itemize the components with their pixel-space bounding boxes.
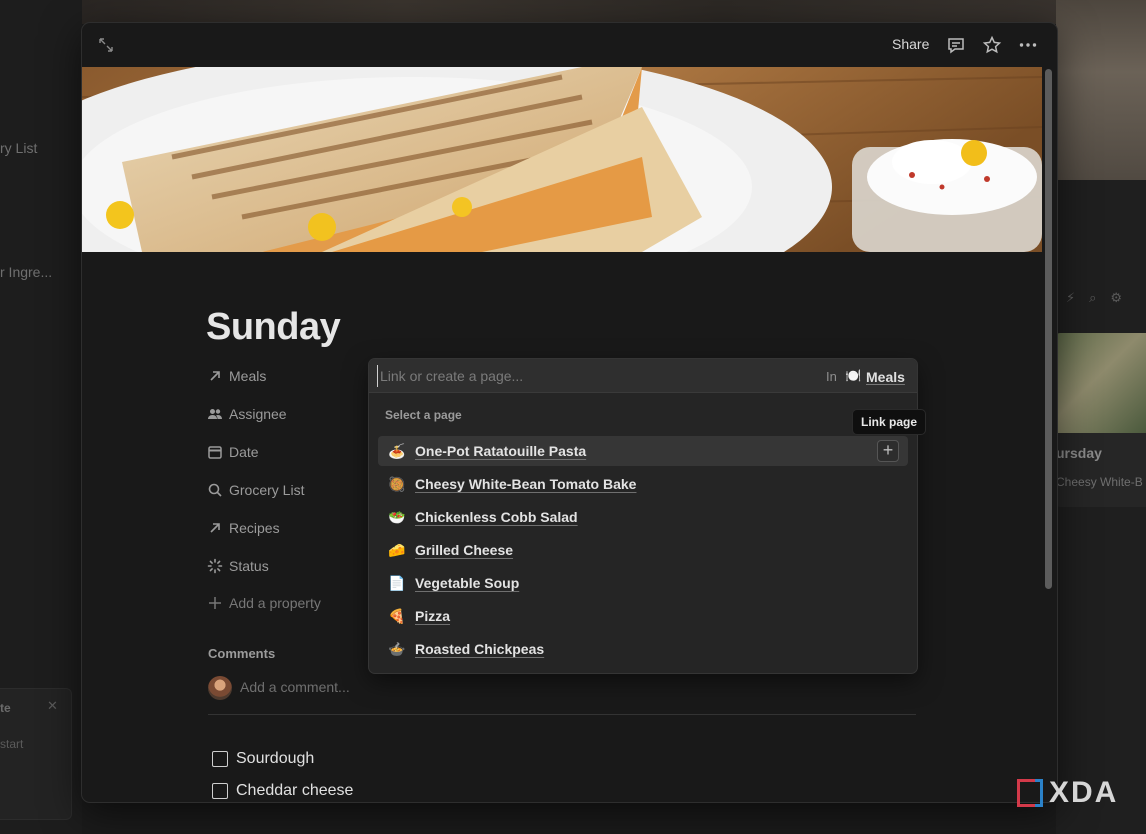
property-date[interactable]: Date bbox=[207, 440, 259, 464]
arrow-up-right-icon bbox=[210, 523, 220, 533]
todo-item[interactable]: Sourdough bbox=[212, 750, 314, 768]
property-assignee[interactable]: Assignee bbox=[207, 402, 287, 426]
cover-image[interactable] bbox=[82, 67, 1042, 252]
arrow-up-right-icon bbox=[210, 371, 220, 381]
link-page-plus-button[interactable]: + bbox=[877, 440, 899, 462]
page-emoji-icon: 📄 bbox=[388, 574, 406, 591]
page-option[interactable]: 🥗 Chickenless Cobb Salad bbox=[378, 502, 908, 532]
background-photo bbox=[1056, 0, 1146, 180]
property-label: Assignee bbox=[229, 406, 287, 422]
page-emoji-icon: 🥘 bbox=[388, 475, 406, 492]
page-option-label: One-Pot Ratatouille Pasta bbox=[415, 443, 587, 459]
avatar bbox=[208, 676, 232, 700]
xda-watermark: XDA bbox=[1017, 776, 1119, 809]
property-label: Date bbox=[229, 444, 259, 460]
page-emoji-icon: 🧀 bbox=[388, 541, 406, 558]
link-search-bar: In 🍽️ Meals bbox=[369, 359, 917, 393]
checkbox[interactable] bbox=[212, 783, 228, 799]
link-page-tooltip: Link page bbox=[853, 410, 926, 434]
page-option[interactable]: 🧀 Grilled Cheese bbox=[378, 535, 908, 565]
people-icon bbox=[208, 409, 222, 419]
page-option[interactable]: 🍝 One-Pot Ratatouille Pasta + bbox=[378, 436, 908, 466]
xda-logo-bracket-icon bbox=[1035, 779, 1043, 807]
page-option-label: Roasted Chickpeas bbox=[415, 641, 545, 657]
page-option-label: Pizza bbox=[415, 608, 451, 624]
page-option-label: Cheesy White-Bean Tomato Bake bbox=[415, 476, 637, 492]
property-grocery-list[interactable]: Grocery List bbox=[207, 478, 304, 502]
background-toast: te ✕ start bbox=[0, 688, 72, 820]
link-search-input[interactable] bbox=[377, 365, 797, 387]
background-panel bbox=[1056, 180, 1146, 834]
plus-icon bbox=[209, 597, 221, 609]
add-property-label: Add a property bbox=[229, 595, 321, 611]
link-page-dropdown: In 🍽️ Meals Select a page 🍝 One-Pot Rata… bbox=[369, 359, 917, 673]
database-selector[interactable]: Meals bbox=[866, 369, 905, 385]
property-recipes[interactable]: Recipes bbox=[207, 516, 280, 540]
add-property-button[interactable]: Add a property bbox=[207, 591, 321, 615]
search-icon bbox=[208, 483, 222, 497]
status-spinner-icon bbox=[207, 558, 223, 574]
background-sidebar-text: ry List bbox=[0, 140, 38, 156]
todo-label[interactable]: Sourdough bbox=[236, 750, 314, 768]
property-meals[interactable]: Meals bbox=[207, 364, 266, 388]
more-icon[interactable] bbox=[1018, 35, 1038, 55]
xda-logo-text: XDA bbox=[1049, 776, 1119, 809]
property-label: Grocery List bbox=[229, 482, 305, 498]
property-label: Meals bbox=[229, 368, 267, 384]
page-option[interactable]: 🥘 Cheesy White-Bean Tomato Bake bbox=[378, 469, 908, 499]
background-sidebar-text: r Ingre... bbox=[0, 264, 53, 280]
star-icon[interactable] bbox=[982, 35, 1002, 55]
page-title[interactable]: Sunday bbox=[206, 306, 341, 349]
background-gallery-card: ursday Cheesy White-B bbox=[1056, 333, 1146, 507]
calendar-icon bbox=[208, 446, 222, 459]
background-toolbar-icons: ⚡⌕⚙ bbox=[1066, 290, 1137, 305]
comment-icon[interactable] bbox=[946, 35, 966, 55]
select-page-heading: Select a page bbox=[385, 408, 462, 422]
background-card-subtitle: Cheesy White-B bbox=[1056, 475, 1143, 489]
background-card-image bbox=[1056, 333, 1146, 433]
page-emoji-icon: 🍲 bbox=[388, 640, 406, 657]
background-card-title: ursday bbox=[1056, 445, 1102, 461]
page-option[interactable]: 🍕 Pizza bbox=[378, 601, 908, 631]
todo-label[interactable]: Cheddar cheese bbox=[236, 782, 353, 800]
plate-icon: 🍽️ bbox=[845, 368, 862, 383]
page-option[interactable]: 📄 Vegetable Soup bbox=[378, 568, 908, 598]
page-option-label: Chickenless Cobb Salad bbox=[415, 509, 578, 525]
background-toast-title: te bbox=[0, 701, 11, 715]
page-option[interactable]: 🍲 Roasted Chickpeas bbox=[378, 634, 908, 664]
page-emoji-icon: 🍝 bbox=[388, 442, 406, 459]
checkbox[interactable] bbox=[212, 751, 228, 767]
page-option-label: Vegetable Soup bbox=[415, 575, 520, 591]
property-label: Status bbox=[229, 558, 269, 574]
close-icon: ✕ bbox=[47, 698, 58, 713]
background-toast-body: start bbox=[0, 737, 24, 751]
comments-heading: Comments bbox=[208, 646, 276, 661]
property-status[interactable]: Status bbox=[207, 554, 269, 578]
modal-topbar: Share bbox=[82, 23, 1057, 67]
page-emoji-icon: 🥗 bbox=[388, 508, 406, 525]
comment-input[interactable]: Add a comment... bbox=[240, 679, 350, 695]
background-cover-strip bbox=[82, 0, 1146, 24]
page-option-label: Grilled Cheese bbox=[415, 542, 514, 558]
share-button[interactable]: Share bbox=[892, 36, 929, 52]
expand-icon[interactable] bbox=[98, 37, 114, 53]
todo-item[interactable]: Cheddar cheese bbox=[212, 782, 353, 800]
scrollbar[interactable] bbox=[1045, 69, 1052, 589]
page-emoji-icon: 🍕 bbox=[388, 607, 406, 624]
property-label: Recipes bbox=[229, 520, 280, 536]
divider bbox=[208, 714, 916, 715]
in-label: In bbox=[826, 369, 837, 384]
